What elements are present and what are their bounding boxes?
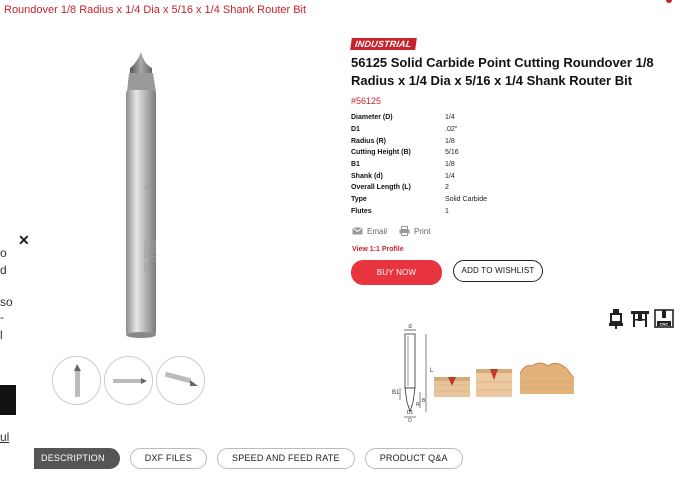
overlay-button[interactable] — [0, 385, 16, 415]
profile-diagram: d L B1 B R D1 D — [390, 322, 580, 424]
overlay-text: d — [0, 263, 7, 277]
share-actions: Email Print — [352, 226, 430, 236]
email-icon — [352, 227, 363, 235]
spec-label: Cutting Height (B) — [351, 149, 411, 157]
product-sku: #56125 — [351, 96, 382, 106]
tab-speed-and-feed-rate[interactable]: SPEED AND FEED RATE — [217, 448, 355, 469]
print-link[interactable]: Print — [399, 226, 430, 236]
tab-product-qa[interactable]: PRODUCT Q&A — [364, 448, 463, 469]
view-profile-link[interactable]: View 1:1 Profile — [352, 246, 404, 253]
email-link[interactable]: Email — [352, 226, 387, 236]
spec-value: 1/8 — [445, 137, 455, 145]
thumbnail-2[interactable] — [104, 356, 153, 405]
overlay-link[interactable]: ul — [0, 430, 9, 444]
spec-row: Cutting Height (B) 5/16 — [351, 147, 487, 159]
router-table-icon — [631, 311, 649, 327]
spec-value: 1/4 — [445, 172, 455, 180]
product-page: Roundover 1/8 Radius x 1/4 Dia x 5/16 x … — [0, 0, 690, 484]
print-label: Print — [414, 226, 431, 236]
spec-value: 1 — [445, 207, 449, 215]
spec-row: Shank (d) 1/4 — [351, 170, 487, 182]
thumbnail-3[interactable] — [156, 356, 205, 405]
overlay-text: o — [0, 246, 7, 260]
spec-label: Overall Length (L) — [351, 184, 411, 192]
overlay-text: - — [0, 310, 4, 324]
add-to-wishlist-button[interactable]: ADD TO WISHLIST — [453, 260, 543, 282]
spec-value: 5/16 — [445, 149, 459, 157]
spec-value: .02" — [445, 126, 458, 134]
spec-row: B1 1/8 — [351, 159, 487, 171]
spec-row: Diameter (D) 1/4 — [351, 112, 487, 124]
overlay-text: so — [0, 295, 13, 309]
machine-icons: CNC — [606, 307, 674, 329]
diagram-label-D1: D1 — [407, 410, 414, 416]
product-tabs: DESCRIPTION DXF FILES SPEED AND FEED RAT… — [34, 448, 463, 469]
cnc-machine-icon: CNC — [654, 309, 674, 328]
svg-text:56125 1/4: 56125 1/4 — [150, 240, 156, 262]
svg-text:K: K — [142, 185, 149, 190]
spec-row: Radius (R) 1/8 — [351, 135, 487, 147]
diagram-label-d: d — [408, 324, 411, 330]
thumbnail-1[interactable] — [52, 356, 101, 405]
overlay-text: l — [0, 328, 3, 342]
svg-text:Amana Tool: Amana Tool — [142, 240, 148, 272]
spec-value: 1/8 — [445, 161, 455, 169]
spec-row: Flutes 1 — [351, 206, 487, 218]
spec-value: 2 — [445, 184, 449, 192]
tab-description[interactable]: DESCRIPTION — [34, 448, 120, 469]
product-title: 56125 Solid Carbide Point Cutting Roundo… — [351, 55, 654, 88]
diagram-label-B: B — [422, 398, 426, 404]
diagram-label-B1: B1 — [392, 390, 400, 396]
breadcrumb-title[interactable]: Roundover 1/8 Radius x 1/4 Dia x 5/16 x … — [4, 4, 306, 16]
print-icon — [399, 226, 410, 236]
cnc-label: CNC — [660, 321, 669, 326]
handheld-router-icon — [609, 309, 623, 329]
spec-value: Solid Carbide — [445, 196, 488, 204]
spec-label: B1 — [351, 161, 360, 169]
spec-value: 1/4 — [445, 114, 455, 122]
diagram-label-L: L — [430, 368, 434, 374]
spec-label: Shank (d) — [351, 172, 383, 180]
spec-table: Diameter (D) 1/4 D1 .02" Radius (R) 1/8 Cut… — [351, 112, 487, 217]
spec-label: D1 — [351, 126, 360, 134]
thumbnail-strip — [52, 356, 205, 405]
spec-row: D1 .02" — [351, 124, 487, 136]
email-label: Email — [367, 226, 388, 236]
spec-label: Diameter (D) — [351, 114, 393, 122]
spec-label: Radius (R) — [351, 137, 386, 145]
spec-row: Overall Length (L) 2 — [351, 182, 487, 194]
tab-dxf-files[interactable]: DXF FILES — [129, 448, 208, 469]
close-icon[interactable]: ✕ — [18, 232, 30, 249]
top-indicator — [666, 0, 672, 3]
industrial-badge: INDUSTRIAL — [350, 38, 417, 50]
buy-now-button[interactable]: BUY NOW — [351, 260, 442, 285]
diagram-label-D: D — [408, 418, 412, 424]
diagram-label-R: R — [416, 402, 420, 408]
product-main-image[interactable]: K Amana Tool 56125 1/4 — [60, 40, 230, 340]
spec-label: Type — [351, 196, 367, 204]
spec-row: Type Solid Carbide — [351, 194, 487, 206]
spec-label: Flutes — [351, 207, 372, 215]
